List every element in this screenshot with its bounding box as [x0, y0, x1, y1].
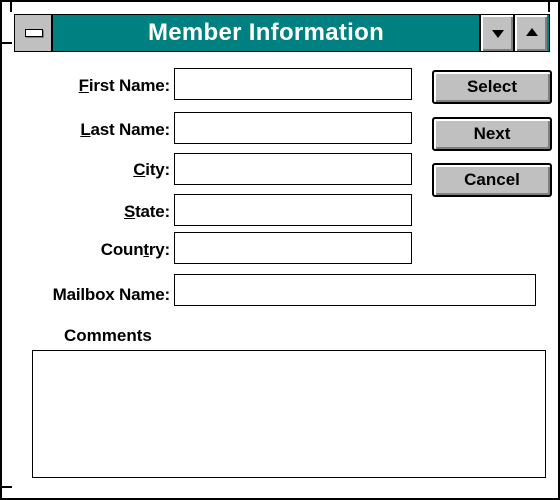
first-name-label-rest: irst Name:	[88, 76, 170, 95]
next-button[interactable]: Next	[432, 117, 552, 151]
comments-label: Comments	[64, 326, 152, 345]
country-field[interactable]	[174, 232, 412, 264]
mailbox-name-label-prefix: Mailbox Name:	[52, 285, 171, 304]
state-label-rest: tate:	[135, 202, 170, 221]
mailbox-name-label: Mailbox Name:	[52, 285, 171, 305]
first-name-label: First Name:	[78, 76, 171, 96]
last-name-label-rest: ast Name:	[90, 120, 171, 139]
title-bar[interactable]: Member Information	[14, 14, 550, 52]
city-label-mnemonic: C	[133, 160, 146, 179]
frame-notch-left-bottom	[2, 486, 12, 488]
mailbox-name-field[interactable]	[174, 274, 536, 306]
country-label: Country:	[101, 240, 170, 260]
cancel-button[interactable]: Cancel	[432, 163, 552, 197]
comments-field[interactable]	[32, 350, 546, 478]
system-menu-button[interactable]	[15, 15, 53, 51]
last-name-label-mnemonic: L	[80, 120, 91, 139]
state-label: State:	[124, 202, 170, 222]
system-menu-icon	[25, 29, 43, 37]
city-field[interactable]	[174, 153, 412, 185]
country-label-prefix: Coun	[100, 240, 144, 259]
state-field[interactable]	[174, 194, 412, 226]
state-label-mnemonic: S	[123, 202, 136, 221]
member-information-dialog: Member Information First Name: Last Name…	[0, 0, 560, 500]
last-name-field[interactable]	[174, 112, 412, 144]
country-label-rest: ry:	[148, 240, 170, 259]
last-name-label: Last Name:	[80, 120, 170, 140]
city-label: City:	[133, 160, 170, 180]
frame-notch-top-left	[10, 2, 12, 12]
maximize-arrow-icon	[526, 28, 538, 36]
maximize-button[interactable]	[513, 15, 547, 51]
city-label-rest: ity:	[145, 160, 170, 179]
first-name-label-mnemonic: F	[78, 76, 89, 95]
minimize-button[interactable]	[479, 15, 513, 51]
frame-notch-left-top	[2, 42, 12, 44]
select-button[interactable]: Select	[432, 70, 552, 104]
first-name-field[interactable]	[174, 68, 412, 100]
window-title: Member Information	[147, 19, 385, 46]
frame-notch-top-right	[548, 2, 550, 12]
minimize-arrow-icon	[492, 30, 504, 38]
